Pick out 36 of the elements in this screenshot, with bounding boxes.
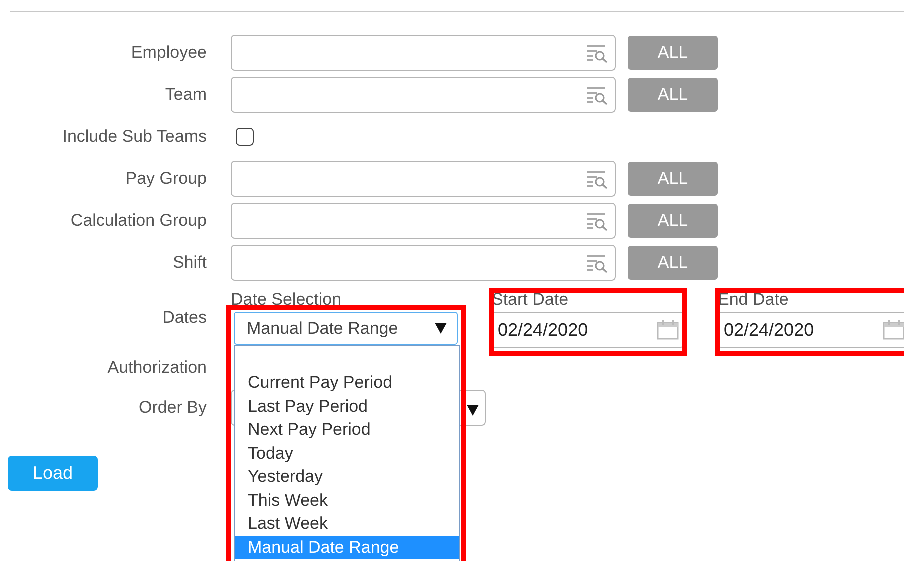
- field-label: Pay Group: [124, 169, 207, 189]
- date-field[interactable]: 02/24/2020: [718, 312, 904, 348]
- field-label: Shift: [172, 253, 207, 273]
- field-caption: Start Date: [492, 290, 570, 311]
- lookup-field[interactable]: [231, 77, 616, 113]
- dropdown-option[interactable]: Last Pay Period: [235, 394, 459, 418]
- date-selection-dropdown[interactable]: Manual Date Range: [234, 312, 458, 345]
- dropdown-option[interactable]: Today: [235, 442, 459, 465]
- caret-icon: [435, 323, 447, 334]
- lookup-icon[interactable]: [587, 213, 609, 231]
- lookup-field[interactable]: [231, 35, 616, 71]
- field-label: Authorization: [106, 358, 207, 378]
- calendar-icon[interactable]: [883, 320, 904, 340]
- field-label: Team: [164, 85, 207, 105]
- dropdown-option[interactable]: Last Week: [235, 512, 459, 536]
- lookup-field[interactable]: [231, 203, 616, 239]
- field-caption: Date Selection: [231, 290, 343, 311]
- dropdown-option[interactable]: Current Pay Period: [235, 371, 459, 394]
- lookup-field[interactable]: [231, 245, 616, 281]
- caret-icon: [467, 405, 479, 416]
- dropdown-option[interactable]: This Week: [235, 488, 459, 512]
- dropdown-option[interactable]: Next Pay Period: [235, 418, 459, 442]
- calendar-icon[interactable]: [657, 320, 679, 340]
- dropdown-option[interactable]: Yesterday: [235, 465, 459, 488]
- lookup-icon[interactable]: [587, 45, 609, 63]
- lookup-icon[interactable]: [587, 87, 609, 105]
- lookup-icon[interactable]: [587, 171, 609, 189]
- lookup-icon[interactable]: [587, 255, 609, 273]
- lookup-field[interactable]: [231, 161, 616, 197]
- field-label: Dates: [162, 307, 207, 328]
- field-label: Include Sub Teams: [62, 127, 207, 147]
- checkbox[interactable]: [236, 128, 254, 146]
- field-label: Order By: [138, 398, 207, 418]
- field-label: Employee: [130, 43, 207, 63]
- date-field[interactable]: 02/24/2020: [492, 312, 684, 348]
- field-label: Calculation Group: [70, 211, 207, 231]
